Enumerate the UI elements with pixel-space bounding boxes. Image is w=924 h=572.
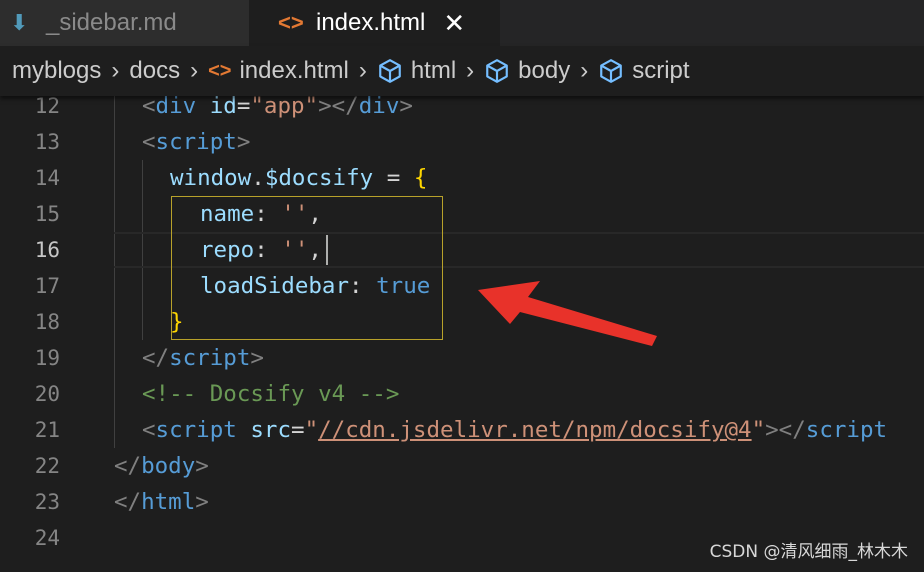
annotation-arrow — [478, 281, 657, 346]
